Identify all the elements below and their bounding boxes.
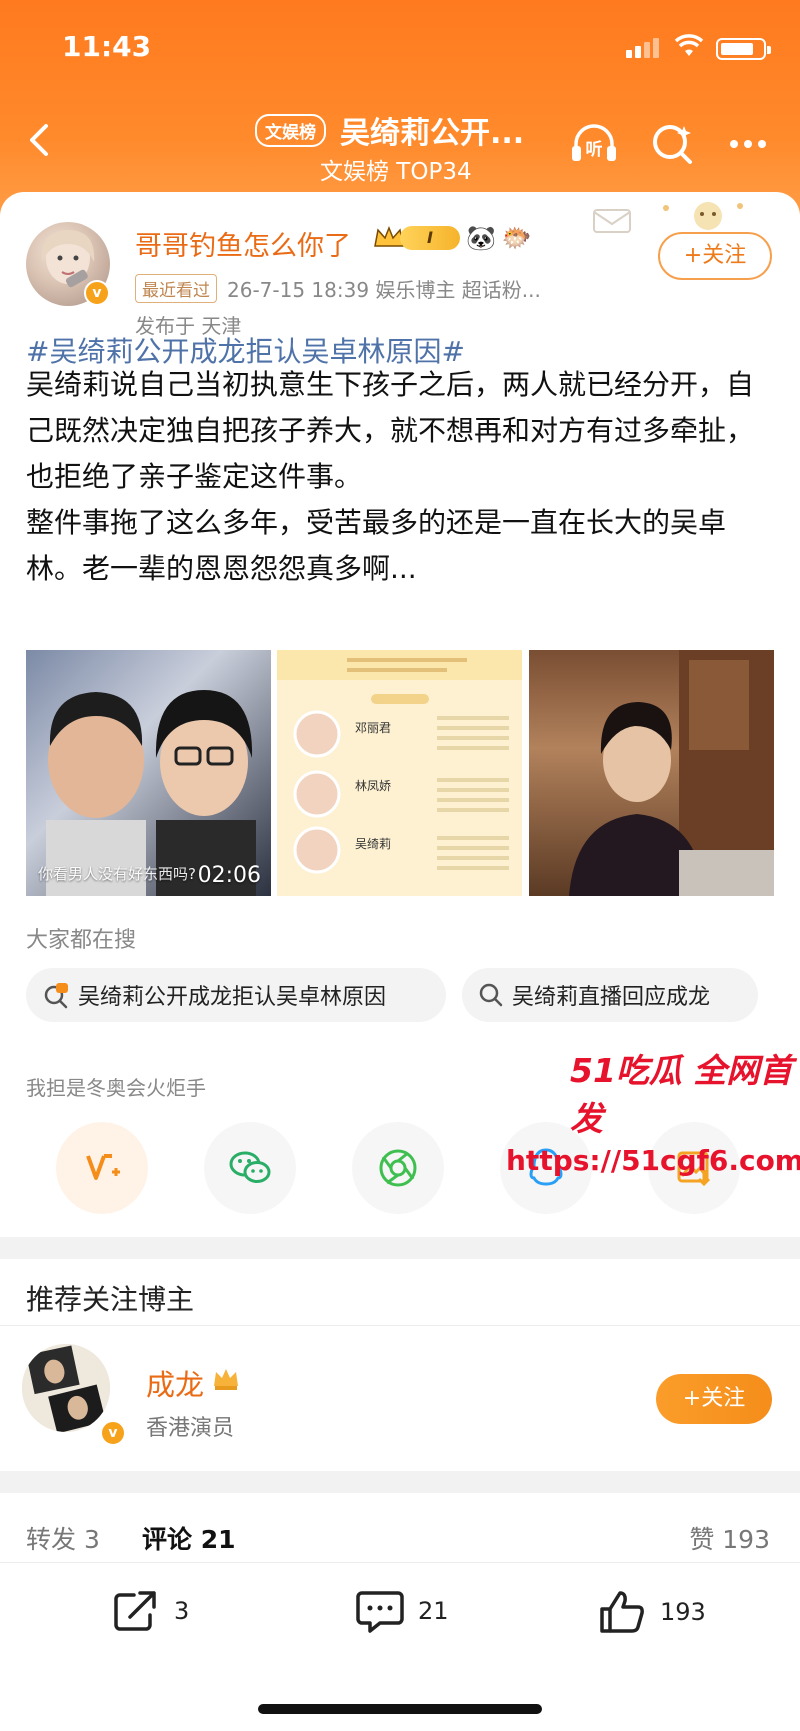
divider [0, 1325, 800, 1326]
nav-title: 文娱榜 吴绮莉公开... [255, 108, 524, 152]
svg-text:听: 听 [586, 139, 603, 160]
tab-repost[interactable]: 转发 3 [26, 1520, 100, 1556]
repost-count: 3 [174, 1597, 190, 1625]
ranking-subtitle[interactable]: 文娱榜 TOP34 [320, 152, 472, 186]
author-badges: I 🐼 🐡 [372, 224, 532, 252]
section-divider [0, 1237, 800, 1259]
battery-icon [716, 38, 771, 60]
status-time: 11:43 [62, 30, 152, 63]
hot-search-icon [44, 983, 68, 1009]
recommend-title: 推荐关注博主 [26, 1283, 195, 1316]
trending-search-text: 吴绮莉公开成龙拒认吴卓林原因 [78, 985, 387, 1010]
recommend-avatar[interactable] [22, 1344, 110, 1432]
trending-search-text: 吴绮莉直播回应成龙 [512, 985, 711, 1010]
comment-button[interactable]: 21 [356, 1589, 449, 1633]
moments-icon[interactable] [352, 1122, 444, 1214]
infographic-image[interactable]: 邓丽君 林凤娇 吴绮莉 [277, 650, 522, 896]
fish-icon: 🐡 [501, 224, 532, 252]
like-button[interactable]: 193 [598, 1589, 706, 1635]
signal-icon [626, 38, 662, 58]
repost-icon [114, 1591, 156, 1631]
comment-count: 21 [418, 1597, 449, 1625]
info-name-2: 林凤娇 [355, 779, 391, 793]
thumbs-up-icon [600, 1591, 644, 1633]
repost-button[interactable]: 3 [112, 1589, 189, 1633]
tab-like[interactable]: 赞 193 [689, 1520, 770, 1556]
panda-icon: 🐼 [466, 224, 496, 252]
info-name-1: 邓丽君 [355, 721, 391, 735]
crown-icon [214, 1369, 238, 1390]
page-title: 吴绮莉公开... [340, 116, 525, 151]
back-icon[interactable] [20, 120, 60, 160]
trending-search-item[interactable]: 吴绮莉直播回应成龙 [462, 968, 758, 1022]
headphones-listen-icon[interactable]: 听 [568, 118, 620, 170]
video-thumbnail[interactable]: 你看男人没有好东西吗? 02:06 [26, 650, 271, 896]
ranking-tag: 文娱榜 [255, 113, 326, 147]
search-sparkle-icon[interactable] [648, 118, 700, 170]
post-paragraph: 整件事拖了这么多年，受苦最多的还是一直在长大的吴卓林。老一辈的恩恩怨怨真多啊..… [26, 506, 727, 585]
watermark: 51吃瓜 全网首发 https://51cgf6.com [500, 1044, 800, 1177]
nav-bar: 文娱榜 吴绮莉公开... 文娱榜 TOP34 听 [0, 100, 800, 190]
watermark-line-2: https://51cgf6.com [506, 1144, 800, 1177]
video-still [46, 690, 256, 896]
wechat-icon[interactable] [204, 1122, 296, 1214]
bottom-action-bar: 3 21 193 [0, 1563, 800, 1663]
share-hint-text: 我担是冬奥会火炬手 [26, 1076, 206, 1100]
video-subtitle: 你看男人没有好东西吗? [38, 865, 196, 883]
vip-level-badge: I [400, 226, 460, 250]
home-indicator [258, 1704, 542, 1714]
verified-badge-icon: v [100, 1420, 126, 1446]
recommend-desc: 香港演员 [146, 1416, 235, 1441]
author-name[interactable]: 哥哥钓鱼怎么你了 [135, 224, 351, 263]
section-divider [0, 1471, 800, 1493]
portrait-graphic [569, 650, 774, 896]
status-bar: 11:43 [0, 28, 800, 68]
infographic-graphic: 邓丽君 林凤娇 吴绮莉 [277, 650, 522, 874]
interaction-tabs: 转发 3 评论 21 赞 193 [0, 1510, 800, 1570]
search-icon [479, 983, 503, 1007]
portrait-image[interactable] [529, 650, 774, 896]
recent-viewed-tag: 最近看过 [135, 274, 217, 303]
post-paragraph: 吴绮莉说自己当初执意生下孩子之后，两人就已经分开，自己既然决定独自把孩子养大，就… [26, 368, 755, 493]
weibo-v-plus-icon[interactable] [56, 1122, 148, 1214]
tab-comment[interactable]: 评论 21 [142, 1520, 236, 1556]
comment-icon [356, 1591, 404, 1633]
video-duration: 02:06 [197, 863, 261, 888]
watermark-line-1: 51吃瓜 全网首发 [570, 1051, 793, 1138]
recommend-follow-button[interactable]: +关注 [656, 1374, 772, 1424]
trending-search-item[interactable]: 吴绮莉公开成龙拒认吴卓林原因 [26, 968, 446, 1022]
recommend-name[interactable]: 成龙 [146, 1362, 204, 1404]
info-name-3: 吴绮莉 [355, 837, 391, 851]
like-count: 193 [660, 1598, 706, 1626]
post-meta: 最近看过 26-7-15 18:39 娱乐博主 超话粉... [135, 274, 541, 303]
follow-button[interactable]: +关注 [658, 232, 772, 280]
more-dots-icon[interactable] [722, 118, 774, 170]
post-card: v 哥哥钓鱼怎么你了 I 🐼 🐡 最近看过 26-7-15 18:39 娱乐博主… [0, 192, 800, 1237]
trending-search-label: 大家都在搜 [26, 928, 137, 953]
post-meta-text: 26-7-15 18:39 娱乐博主 超话粉... [227, 278, 541, 302]
verified-badge-icon: v [84, 280, 110, 306]
wifi-icon [674, 34, 704, 56]
post-body: 吴绮莉说自己当初执意生下孩子之后，两人就已经分开，自己既然决定独自把孩子养大，就… [26, 362, 776, 592]
